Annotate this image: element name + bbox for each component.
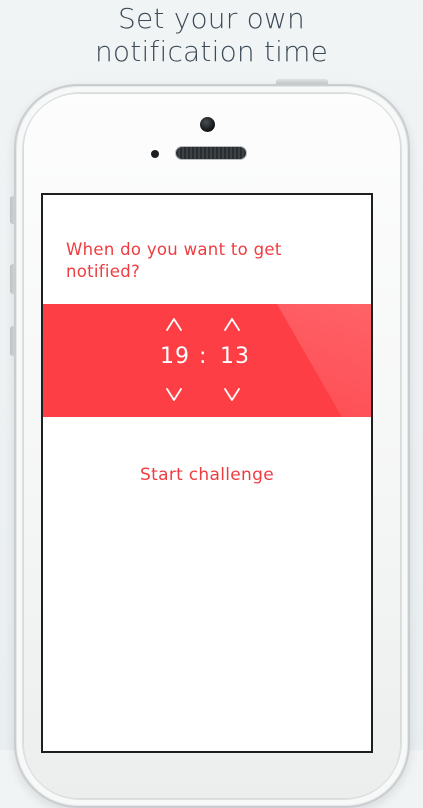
- hour-value[interactable]: 19: [160, 344, 190, 370]
- minute-decrement-button[interactable]: [222, 384, 242, 404]
- hour-increment-button[interactable]: [164, 315, 184, 335]
- chevron-up-icon: [224, 318, 240, 331]
- screen-glare: [277, 304, 371, 417]
- time-separator: :: [199, 344, 208, 369]
- time-picker: 19 : 13: [43, 304, 371, 417]
- headline-line-2: notification time: [94, 35, 329, 68]
- chevron-down-icon: [166, 388, 182, 401]
- headline-line-1: Set your own: [118, 2, 305, 35]
- minute-value[interactable]: 13: [220, 344, 250, 370]
- proximity-sensor: [151, 150, 159, 158]
- front-camera-icon: [200, 117, 215, 132]
- promo-headline: Set your own notification time: [0, 2, 423, 68]
- minute-increment-button[interactable]: [222, 315, 242, 335]
- earpiece-speaker: [176, 147, 246, 159]
- phone-screen: When do you want to get notified? 19 : 1…: [41, 193, 373, 753]
- chevron-down-icon: [224, 388, 240, 401]
- start-challenge-button[interactable]: Start challenge: [43, 463, 371, 487]
- hour-decrement-button[interactable]: [164, 384, 184, 404]
- chevron-up-icon: [166, 318, 182, 331]
- notification-question: When do you want to get notified?: [66, 240, 282, 281]
